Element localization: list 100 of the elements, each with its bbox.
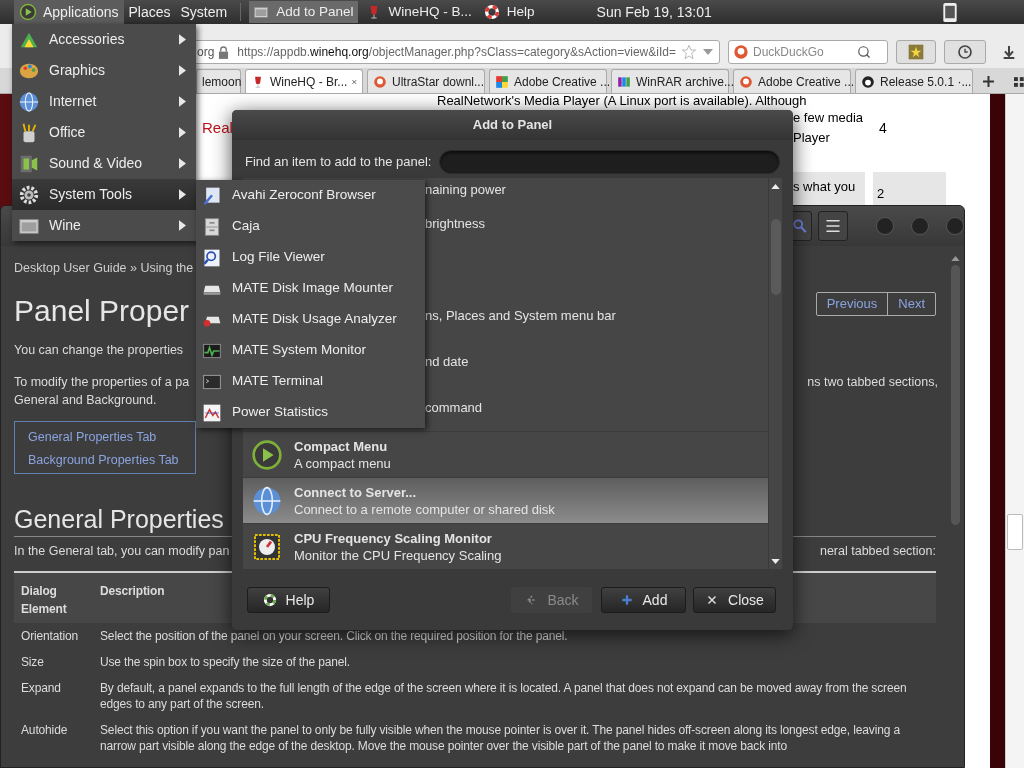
item-description: Monitor the CPU Frequency Scaling [294,546,502,564]
table-cell-text: Autohide [20,722,69,739]
submenu-arrow-icon [179,189,186,200]
star-icon[interactable] [681,44,697,60]
menu-item[interactable]: Office [12,117,196,148]
gear-icon [18,183,40,206]
menu-item[interactable]: MATE Disk Image Mounter [196,273,425,304]
table-cell-text: Player [793,129,831,147]
dialog-button[interactable]: Add [601,587,686,613]
nav-button[interactable]: Next [888,293,935,315]
paragraph-line: ns two tabbed sections, [807,374,938,391]
taskbar-button[interactable]: WineHQ - B... [361,1,476,23]
dialog-button[interactable]: Close [693,587,776,613]
menu-item[interactable]: MATE System Monitor [196,335,425,366]
lifebuoy-icon [483,4,500,20]
taskbar-button[interactable]: Help [479,1,539,23]
menu-item[interactable]: Log File Viewer [196,242,425,273]
table-cell-text: RealNetwork's Media Player (A Linux port is available). Although [437,93,807,108]
pen-icon [202,185,222,206]
play-circle-icon [251,438,283,471]
table-cell-text: Expand [20,680,62,697]
breadcrumb[interactable]: Desktop User Guide » Using the [14,260,194,276]
taskbar-button[interactable]: Add to Panel [249,1,358,23]
column-header: Description [100,583,165,600]
browser-tab[interactable]: Release 5.0.1 ·... [855,69,973,93]
duck-icon [733,44,749,60]
search-bar[interactable]: DuckDuckGo [728,40,888,64]
window-control-button[interactable] [876,217,894,235]
menu-item[interactable]: System Tools [12,179,196,210]
table-cell-text: e few media [793,109,865,127]
nav-button[interactable]: Previous [816,293,889,315]
dialog-button[interactable]: Help [247,587,330,613]
clock-icon [957,44,973,60]
browser-tab[interactable]: UltraStar downl... [367,69,485,93]
table-cell-text: Size [20,654,45,670]
phone-icon [942,1,958,23]
window-title: Add to Panel [472,116,553,135]
menu-item[interactable]: Wine [12,210,196,241]
globe-icon [18,90,40,113]
bookmarks-button[interactable] [896,40,936,64]
play-circle-icon [19,3,37,21]
lock-icon [218,45,230,59]
submenu-arrow-icon [179,34,186,45]
search-field[interactable]: DuckDuckGo [753,43,853,61]
clock[interactable]: Sun Feb 19, 13:01 [596,1,712,23]
list-item[interactable]: CPU Frequency Scaling Monitor Monitor the CPU Frequency Scaling [243,523,768,569]
link[interactable]: Background Properties Tab [28,449,195,472]
table-cell-text: Select this option if you want the panel to only be fully visible when the mouse pointer is over it. The panel hides off-screen along its longest edge, leaving a narrow part visible along the edge of the desktop. Move the mouse pointer over the visible part of the panel to make it move back into [100,722,901,754]
browser-tab[interactable]: Adobe Creative ... [489,69,607,93]
menu-item[interactable]: MATE Disk Usage Analyzer [196,304,425,335]
scroll-down-icon[interactable] [771,559,780,564]
menu-item[interactable]: Caja [196,211,425,242]
item-description: Connect to a remote computer or shared disk [294,500,555,518]
browser-tab[interactable]: lemoon [196,69,241,93]
browser-tab[interactable]: WineHQ - Br... [245,69,363,93]
menu-item[interactable]: Sound & Video [12,148,196,179]
menu-button[interactable] [817,211,848,241]
tab-list-icon[interactable] [1014,77,1024,87]
paragraph: neral tabbed section: [819,543,936,559]
panel-menu[interactable]: System [175,0,233,24]
round-logo-icon [861,74,875,89]
page-title: Panel Proper [14,293,190,329]
submenu-arrow-icon [179,96,186,107]
duck-icon [739,74,753,89]
menu-item[interactable]: Power Statistics [196,397,425,428]
grid-icon [495,74,509,89]
table-cell-text: Select the position of the panel on your screen. Click on the required position for the panel. [100,628,569,644]
scrollbar-thumb[interactable] [770,219,781,295]
paragraph-line: General and Background. [14,392,157,409]
scrollbar[interactable] [768,178,782,569]
history-button[interactable] [944,40,986,64]
caret-icon[interactable] [703,49,713,55]
panel-menu[interactable]: Applications [14,0,124,24]
table-cell-text: By default, a panel expands to the full length of the edge of the screen where it is located. A panel that does not expand can be moved away from the screen edges to any part of the screen. [100,680,908,712]
field-label: Find an item to add to the panel: [245,152,432,171]
paragraph: In the General tab, you can modify pan [14,543,230,559]
link[interactable]: General Properties Tab [28,426,195,449]
window-control-button[interactable] [911,217,929,235]
submenu-arrow-icon [179,220,186,231]
star-icon [908,44,924,60]
search-field[interactable] [439,149,780,174]
list-item[interactable]: Connect to Server... Connect to a remote computer or shared disk [243,477,768,523]
scroll-up-icon[interactable] [771,184,780,189]
books-icon [617,74,631,89]
panel-menu[interactable]: Places [123,0,176,24]
item-title: Compact Menu [294,437,388,455]
menu-item[interactable]: Avahi Zeroconf Browser [196,180,425,211]
scrollbar-thumb[interactable] [1007,514,1023,550]
graph-icon [202,402,222,423]
close-icon[interactable] [352,77,357,86]
menu-item[interactable]: MATE Terminal [196,366,425,397]
cabinet-icon [202,216,222,237]
paragraph: You can change the properties [14,342,184,358]
scroll-up-icon[interactable] [950,256,960,261]
menu-item[interactable]: Internet [12,86,196,117]
search-icon [792,218,807,234]
browser-tab[interactable]: Adobe Creative ... [733,69,851,93]
magnifier-icon [202,247,222,268]
window-control-button[interactable] [946,217,964,235]
scrollbar-thumb[interactable] [950,265,960,525]
